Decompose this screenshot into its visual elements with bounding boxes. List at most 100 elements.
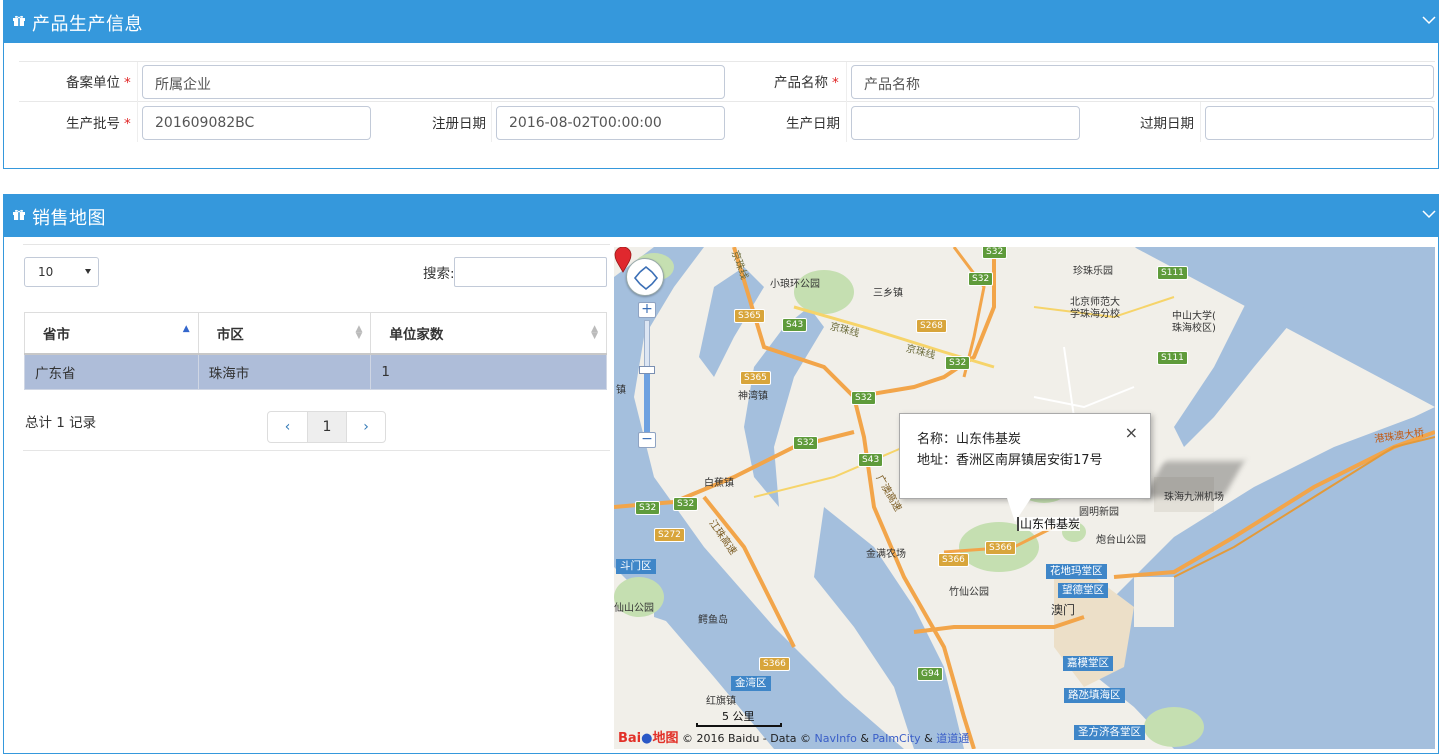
column-header-city[interactable]: 市区 ▲ ▼ <box>197 312 372 355</box>
road-shield: S32 <box>968 272 994 286</box>
divider <box>137 62 138 142</box>
baidu-logo-text: 地图 <box>652 731 679 746</box>
map-place-label: 小琅环公园 <box>770 279 820 290</box>
road-shield: S365 <box>740 371 771 385</box>
column-header-unit-count[interactable]: 单位家数 ▲ ▼ <box>370 312 607 355</box>
road-shield: S366 <box>759 657 790 671</box>
chevron-down-icon[interactable] <box>1422 13 1436 27</box>
table-cell: 广东省 <box>24 353 199 390</box>
road-shield: S366 <box>938 553 969 567</box>
table-cell: 1 <box>370 353 607 390</box>
page-1-button[interactable]: 1 <box>307 412 346 442</box>
road-shield: S32 <box>673 497 699 511</box>
map-place-label: 三乡镇 <box>873 288 903 299</box>
prev-page-button[interactable]: ‹ <box>268 412 307 442</box>
divider <box>491 102 492 142</box>
marker-label: 山东伟基炭 <box>1017 517 1081 531</box>
pan-arrows-icon <box>633 265 659 291</box>
column-header-province[interactable]: 省市 ▲ <box>24 312 199 355</box>
map-place-label: 炮台山公园 <box>1096 535 1146 546</box>
pagination: ‹ 1 › <box>267 411 386 443</box>
close-icon[interactable]: × <box>1125 422 1138 443</box>
gift-icon <box>13 15 25 26</box>
batch-no-field[interactable]: 201609082BC <box>142 106 371 140</box>
zoom-out-button[interactable]: − <box>638 432 656 448</box>
map-place-label: 澳门 <box>1051 603 1076 617</box>
map-pin-icon[interactable] <box>614 247 632 273</box>
panel-header: 产品生产信息 <box>4 1 1438 43</box>
road-shield: S272 <box>654 528 685 542</box>
production-date-field[interactable] <box>851 106 1080 140</box>
map-place-label: 珍珠乐园 <box>1073 266 1113 277</box>
product-name-field[interactable]: 产品名称 <box>851 65 1434 99</box>
table-row[interactable]: 广东省 珠海市 1 <box>24 353 607 390</box>
production-date-label: 生产日期 <box>786 116 840 132</box>
filing-unit-label: 备案单位 * <box>66 75 131 91</box>
road-shield: G94 <box>917 667 944 681</box>
map-zoom-control: + − <box>638 302 656 448</box>
page-length-select[interactable]: 10 <box>24 257 99 287</box>
baidu-logo: Bai <box>618 731 642 746</box>
zoom-in-button[interactable]: + <box>638 302 656 318</box>
sales-map[interactable]: 小琅环公园 三乡镇 珍珠乐园 北京师范大 学珠海分校 中山大学( 珠海校区) 神… <box>614 247 1435 749</box>
zoom-level-fill <box>644 372 650 432</box>
expiry-date-field[interactable] <box>1205 106 1434 140</box>
sort-icon: ▲ ▼ <box>355 324 363 341</box>
gift-icon <box>13 209 25 220</box>
map-district-label: 嘉模堂区 <box>1063 656 1113 671</box>
map-scale: 5 公里 <box>696 708 782 727</box>
zoom-slider-handle[interactable] <box>639 366 655 374</box>
product-name-label: 产品名称 * <box>774 75 839 91</box>
panel-title: 产品生产信息 <box>32 14 143 35</box>
sort-icon: ▲ ▼ <box>591 324 598 341</box>
map-copyright: Bai●地图 © 2016 Baidu - Data © NavInfo & P… <box>618 731 970 746</box>
batch-no-label: 生产批号 * <box>66 116 131 132</box>
road-shield: S43 <box>782 318 808 332</box>
popup-name: 名称：山东伟基炭 <box>917 432 1022 447</box>
paw-icon: ● <box>641 731 653 746</box>
divider <box>23 450 610 451</box>
palmcity-link[interactable]: PalmCity <box>872 732 920 745</box>
road-shield: S32 <box>945 356 971 370</box>
divider <box>1200 102 1201 142</box>
divider <box>846 62 847 142</box>
chevron-down-icon[interactable] <box>1422 207 1436 221</box>
map-place-label: 红旗镇 <box>706 696 736 707</box>
map-place-label: 神湾镇 <box>738 391 768 402</box>
popup-address: 地址：香洲区南屏镇居安街17号 <box>917 453 1103 468</box>
record-total: 总计 1 记录 <box>25 415 97 431</box>
map-place-label: 竹仙公园 <box>949 587 989 598</box>
region-table: 省市 ▲ 市区 ▲ ▼ 单位家数 ▲ ▼ 广东省 珠海市 1 <box>24 312 607 390</box>
sort-asc-icon: ▲ <box>182 324 190 334</box>
map-place-label: 仙山公园 <box>614 603 654 614</box>
map-place-label: 金满农场 <box>866 549 906 560</box>
road-shield: S32 <box>793 436 819 450</box>
map-place-label: 镇 <box>616 385 626 396</box>
search-label: 搜索: <box>423 266 455 282</box>
next-page-button[interactable]: › <box>346 412 385 442</box>
register-date-field[interactable]: 2016-08-02T00:00:00 <box>496 106 725 140</box>
road-shield: S111 <box>1157 266 1188 280</box>
road-shield: S32 <box>635 501 661 515</box>
road-shield: S32 <box>982 247 1008 259</box>
road-shield: S32 <box>851 391 877 405</box>
filing-unit-field[interactable]: 所属企业 <box>142 65 725 99</box>
navinfo-link[interactable]: NavInfo <box>815 732 857 745</box>
map-place-label: 圆明新园 <box>1079 507 1119 518</box>
table-cell: 珠海市 <box>197 353 372 390</box>
caret-down-icon <box>85 269 91 274</box>
road-shield: S111 <box>1157 351 1188 365</box>
map-place-label: 鳄鱼岛 <box>698 615 728 626</box>
panel-header: 销售地图 <box>4 195 1438 237</box>
register-date-label: 注册日期 <box>432 116 486 132</box>
daodaotong-link[interactable]: 道道通 <box>936 732 969 745</box>
map-place-label: 白蕉镇 <box>704 478 734 489</box>
map-district-label: 斗门区 <box>616 559 656 574</box>
road-shield: S268 <box>916 319 947 333</box>
search-input[interactable] <box>454 257 607 287</box>
map-place-label: 珠海校区) <box>1172 323 1216 334</box>
road-shield: S365 <box>734 309 765 323</box>
map-district-label: 路氹填海区 <box>1064 688 1125 703</box>
map-place-label: 学珠海分校 <box>1070 309 1120 320</box>
map-info-popup: 名称：山东伟基炭 地址：香洲区南屏镇居安街17号 × <box>899 413 1151 499</box>
